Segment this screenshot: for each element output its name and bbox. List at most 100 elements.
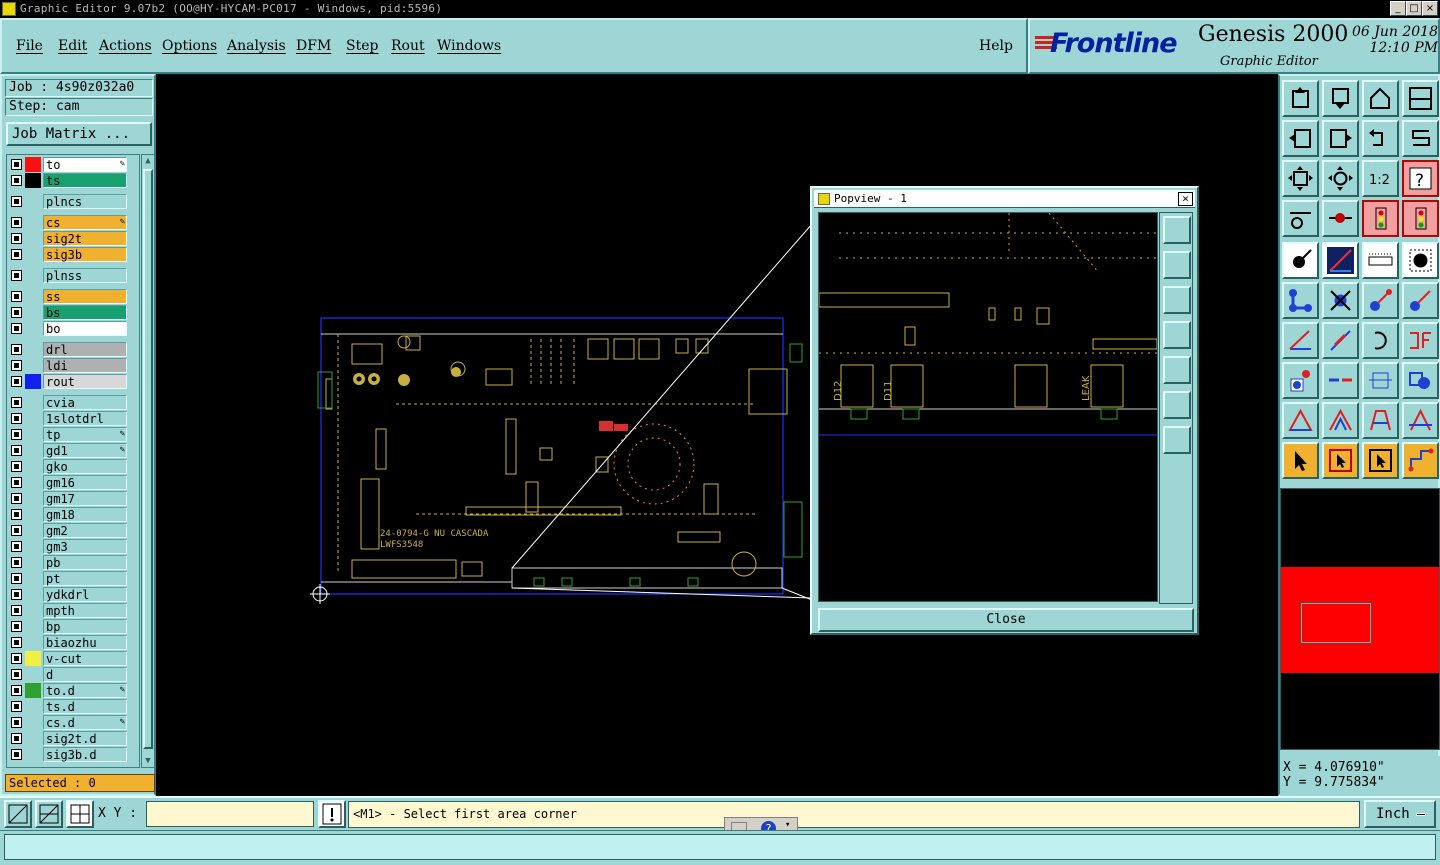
layer-name[interactable]: ydkdrl [43,587,127,602]
minimize-button[interactable]: _ [1390,1,1406,16]
layer-checkbox[interactable] [11,637,22,648]
pad-arrow-icon[interactable] [1282,242,1319,279]
layer-row[interactable]: bp [9,619,127,634]
menu-edit[interactable]: Edit [58,38,87,54]
layer-name[interactable]: sig3b.d [43,747,127,762]
layer-scrollbar[interactable]: ▲ ▼ [141,154,155,768]
layer-switch-alt-icon[interactable] [1402,200,1439,237]
layer-row[interactable]: cs ✎ [9,215,127,230]
redo-icon[interactable] [1402,120,1439,157]
select-pointer-icon[interactable] [1282,442,1319,479]
layer-name[interactable]: 1slotdrl [43,411,127,426]
popview-close-button[interactable]: Close [818,608,1194,632]
triangle-alt-icon[interactable] [1322,402,1359,439]
layer-row[interactable]: sig3b.d [9,747,127,762]
layer-row[interactable]: pb [9,555,127,570]
layer-name[interactable]: to.d [43,683,127,698]
select-box-icon[interactable] [1322,442,1359,479]
zoom-center-icon[interactable] [1322,160,1359,197]
layer-row[interactable]: bs [9,305,127,320]
layer-checkbox[interactable] [11,397,22,408]
layer-checkbox[interactable] [11,717,22,728]
layer-row[interactable]: plncs [9,194,127,209]
layer-checkbox[interactable] [11,541,22,552]
layer-name[interactable]: ldi [43,358,127,373]
layer-checkbox[interactable] [11,413,22,424]
layer-row[interactable]: sig2t [9,231,127,246]
layer-row[interactable]: rout [9,374,127,389]
zoom-ratio-icon[interactable]: 1:2 [1362,160,1399,197]
popview-pan-left-icon[interactable] [1163,321,1191,349]
layer-name[interactable]: drl [43,342,127,357]
layer-switch-icon[interactable] [1362,200,1399,237]
layer-name[interactable]: plnss [43,268,127,283]
layer-row[interactable]: gko [9,459,127,474]
layer-row[interactable]: plnss [9,268,127,283]
layer-row[interactable]: cvia [9,395,127,410]
scroll-up-icon[interactable]: ▲ [143,155,153,167]
layer-row[interactable]: cs.d ✎ [9,715,127,730]
ime-menu-icon[interactable]: ▾ [785,820,790,830]
layer-checkbox[interactable] [11,573,22,584]
layer-checkbox[interactable] [11,217,22,228]
layer-name[interactable]: sig3b [43,247,127,262]
popview-zoom-in-icon[interactable] [1163,216,1191,244]
layer-row[interactable]: gm2 [9,523,127,538]
popview-title-bar[interactable]: Popview - 1 × [814,190,1195,208]
popview-pan-down-icon[interactable] [1163,286,1191,314]
layer-checkbox[interactable] [11,701,22,712]
layer-row[interactable]: to ✎ [9,157,127,172]
pad-select-icon[interactable] [1402,242,1439,279]
layer-name[interactable]: gm16 [43,475,127,490]
layer-row[interactable]: bo [9,321,127,336]
layer-name[interactable]: cvia [43,395,127,410]
ruler-icon[interactable] [1362,242,1399,279]
layer-checkbox[interactable] [11,669,22,680]
layer-checkbox[interactable] [11,376,22,387]
measure-pin-icon[interactable] [1322,200,1359,237]
layer-row[interactable]: 1slotdrl [9,411,127,426]
layer-checkbox[interactable] [11,270,22,281]
popview-fit-icon[interactable] [1163,391,1191,419]
popview-pan-right-icon[interactable] [1163,356,1191,384]
layer-row[interactable]: sig2t.d [9,731,127,746]
layer-name[interactable]: ss [43,289,127,304]
menu-options[interactable]: Options [162,38,217,54]
layer-row[interactable]: sig3b [9,247,127,262]
angle-line-icon[interactable] [1282,322,1319,359]
segment-icon[interactable] [1322,362,1359,399]
layer-name[interactable]: biaozhu [43,635,127,650]
layer-name[interactable]: sig2t.d [43,731,127,746]
settings-palette-icon[interactable] [1282,200,1319,237]
layer-name[interactable]: rout [43,374,127,389]
menu-actions[interactable]: Actions [99,38,152,54]
layer-row[interactable]: to.d ✎ [9,683,127,698]
open-job-icon[interactable] [1282,80,1319,117]
layer-row[interactable]: gm18 [9,507,127,522]
cross-icon[interactable] [1322,282,1359,319]
arch-alt-icon[interactable] [1402,402,1439,439]
layer-checkbox[interactable] [11,525,22,536]
layer-name[interactable]: bs [43,305,127,320]
layer-row[interactable]: drl [9,342,127,357]
overview-viewport[interactable] [1301,603,1371,643]
menu-file[interactable]: File [16,38,43,54]
help-query-icon[interactable]: ? [1402,160,1439,197]
layer-checkbox[interactable] [11,233,22,244]
layer-name[interactable]: pt [43,571,127,586]
home-icon[interactable] [1362,80,1399,117]
menu-analysis[interactable]: Analysis [227,38,286,54]
menu-dfm[interactable]: DFM [296,38,331,54]
layer-row[interactable]: mpth [9,603,127,618]
snap-angle-icon[interactable] [35,800,63,828]
layer-row[interactable]: ss [9,289,127,304]
maximize-button[interactable]: □ [1406,1,1422,16]
layer-name[interactable]: bp [43,619,127,634]
arc-icon[interactable] [1362,322,1399,359]
layer-row[interactable]: gm17 [9,491,127,506]
triangle-icon[interactable] [1282,402,1319,439]
zoom-fit-icon[interactable] [1282,160,1319,197]
grid-icon[interactable] [66,800,94,828]
layer-name[interactable]: gm17 [43,491,127,506]
layer-checkbox[interactable] [11,685,22,696]
